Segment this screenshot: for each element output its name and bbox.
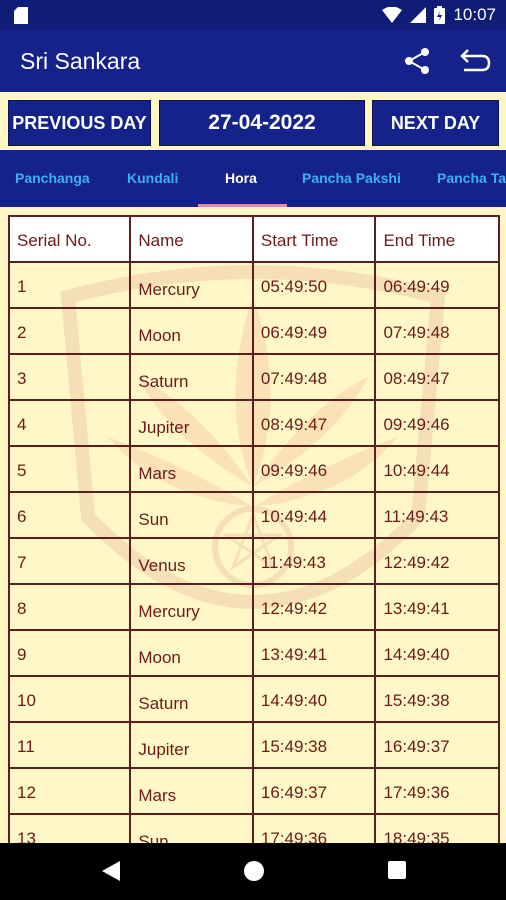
cell-start-time: 12:49:42 (251, 583, 377, 631)
cell-start-time: 10:49:44 (251, 491, 377, 539)
tab-kundali[interactable]: Kundali (127, 150, 178, 207)
cell-name: Moon (129, 629, 254, 677)
date-display[interactable]: 27-04-2022 (159, 100, 365, 146)
header-end-time: End Time (374, 215, 500, 263)
table-row: 4 Jupiter 08:49:47 09:49:46 (7, 399, 500, 447)
cell-name: Saturn (129, 353, 254, 401)
cell-end-time: 10:49:44 (374, 445, 500, 493)
cell-name: Mercury (129, 261, 254, 309)
header-start-time: Start Time (251, 215, 377, 263)
wifi-icon (382, 7, 403, 23)
cell-serial: 13 (7, 813, 132, 843)
tab-bar: Panchanga Kundali Hora Pancha Pakshi Pan… (0, 150, 506, 207)
cell-start-time: 09:49:46 (251, 445, 377, 493)
cell-end-time: 08:49:47 (374, 353, 500, 401)
hora-table: Serial No. Name Start Time End Time 1 Me… (7, 215, 500, 843)
table-row: 7 Venus 11:49:43 12:49:42 (7, 537, 500, 585)
cell-name: Moon (129, 307, 254, 355)
cell-name: Mars (129, 445, 254, 493)
cell-serial: 5 (7, 445, 132, 493)
signal-icon (410, 7, 427, 23)
table-header-row: Serial No. Name Start Time End Time (7, 215, 500, 263)
cell-serial: 7 (7, 537, 132, 585)
table-row: 3 Saturn 07:49:48 08:49:47 (7, 353, 500, 401)
cell-end-time: 12:49:42 (374, 537, 500, 585)
cell-serial: 8 (7, 583, 132, 631)
cell-serial: 4 (7, 399, 132, 447)
cell-serial: 9 (7, 629, 132, 677)
day-navigation: PREVIOUS DAY 27-04-2022 NEXT DAY (0, 92, 506, 150)
cell-name: Mercury (129, 583, 254, 631)
table-row: 11 Jupiter 15:49:38 16:49:37 (7, 721, 500, 769)
cell-name: Venus (129, 537, 254, 585)
cell-name: Mars (129, 767, 254, 815)
cell-start-time: 15:49:38 (251, 721, 377, 769)
cell-name: Sun (129, 813, 254, 843)
header-name: Name (129, 215, 254, 263)
cell-serial: 2 (7, 307, 132, 355)
cell-end-time: 17:49:36 (374, 767, 500, 815)
home-nav-icon[interactable] (242, 859, 266, 883)
table-row: 1 Mercury 05:49:50 06:49:49 (7, 261, 500, 309)
table-row: 6 Sun 10:49:44 11:49:43 (7, 491, 500, 539)
cell-start-time: 11:49:43 (251, 537, 377, 585)
table-row: 9 Moon 13:49:41 14:49:40 (7, 629, 500, 677)
status-time: 10:07 (453, 5, 496, 24)
recents-nav-icon[interactable] (386, 859, 408, 881)
table-row: 10 Saturn 14:49:40 15:49:38 (7, 675, 500, 723)
cell-start-time: 05:49:50 (251, 261, 377, 309)
back-nav-icon[interactable] (100, 859, 122, 883)
cell-start-time: 16:49:37 (251, 767, 377, 815)
system-navigation-bar (0, 843, 506, 900)
cell-serial: 3 (7, 353, 132, 401)
cell-end-time: 06:49:49 (374, 261, 500, 309)
cell-start-time: 14:49:40 (251, 675, 377, 723)
undo-icon[interactable] (458, 46, 492, 76)
cell-end-time: 07:49:48 (374, 307, 500, 355)
hora-content[interactable]: Serial No. Name Start Time End Time 1 Me… (0, 207, 506, 843)
table-row: 2 Moon 06:49:49 07:49:48 (7, 307, 500, 355)
cell-serial: 11 (7, 721, 132, 769)
cell-name: Sun (129, 491, 254, 539)
cell-end-time: 11:49:43 (374, 491, 500, 539)
cell-serial: 12 (7, 767, 132, 815)
table-row: 13 Sun 17:49:36 18:49:35 (7, 813, 500, 843)
cell-end-time: 14:49:40 (374, 629, 500, 677)
tab-pancha-ta[interactable]: Pancha Ta (437, 150, 506, 207)
cell-end-time: 13:49:41 (374, 583, 500, 631)
cell-start-time: 08:49:47 (251, 399, 377, 447)
table-row: 8 Mercury 12:49:42 13:49:41 (7, 583, 500, 631)
tab-panchanga[interactable]: Panchanga (15, 150, 90, 207)
tab-pancha-pakshi[interactable]: Pancha Pakshi (302, 150, 401, 207)
cell-serial: 6 (7, 491, 132, 539)
previous-day-button[interactable]: PREVIOUS DAY (8, 100, 151, 146)
table-row: 5 Mars 09:49:46 10:49:44 (7, 445, 500, 493)
cell-end-time: 16:49:37 (374, 721, 500, 769)
app-bar: Sri Sankara (0, 30, 506, 92)
cell-name: Jupiter (129, 721, 254, 769)
cell-end-time: 18:49:35 (374, 813, 500, 843)
cell-end-time: 15:49:38 (374, 675, 500, 723)
cell-serial: 1 (7, 261, 132, 309)
header-serial-no: Serial No. (7, 215, 132, 263)
app-title: Sri Sankara (20, 48, 141, 74)
cell-start-time: 13:49:41 (251, 629, 377, 677)
cell-serial: 10 (7, 675, 132, 723)
cell-name: Saturn (129, 675, 254, 723)
tab-hora[interactable]: Hora (225, 150, 257, 207)
table-row: 12 Mars 16:49:37 17:49:36 (7, 767, 500, 815)
cell-start-time: 17:49:36 (251, 813, 377, 843)
cell-start-time: 06:49:49 (251, 307, 377, 355)
cell-end-time: 09:49:46 (374, 399, 500, 447)
cell-start-time: 07:49:48 (251, 353, 377, 401)
battery-icon (434, 6, 446, 24)
status-bar: 10:07 (0, 0, 506, 30)
sd-card-icon (14, 7, 28, 24)
cell-name: Jupiter (129, 399, 254, 447)
next-day-button[interactable]: NEXT DAY (372, 100, 499, 146)
share-icon[interactable] (402, 46, 432, 76)
